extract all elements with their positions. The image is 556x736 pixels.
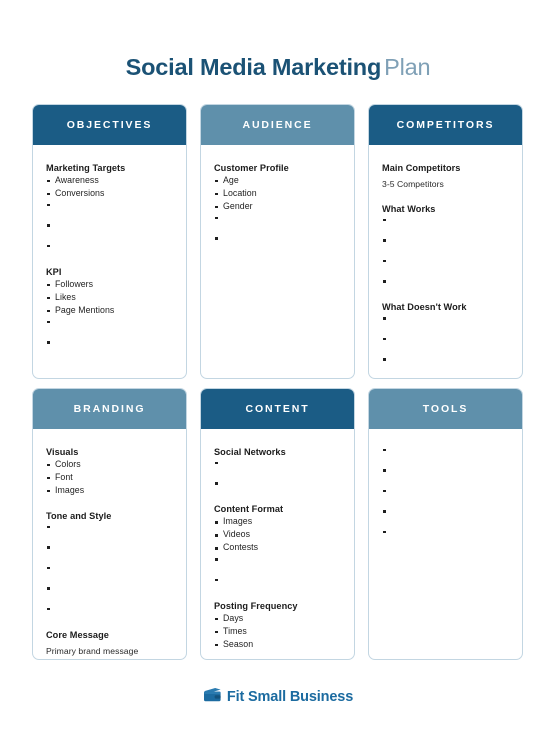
card-body: Visuals Colors Font Images Tone and Style Cor… [33, 429, 186, 659]
section-note: 3-5 Competitors [382, 178, 444, 189]
bullet-item[interactable]: Conversions [46, 188, 173, 199]
bullet-item-blank[interactable] [214, 460, 341, 469]
plan-card: AUDIENCE Customer Profile Age Location Gende… [200, 103, 355, 379]
bullet-list: Images Videos Contests [214, 516, 341, 586]
section-title: Social Networks [214, 446, 286, 457]
section-title: What Works [382, 203, 436, 214]
section-title: What Doesn't Work [382, 302, 467, 313]
plan-card-grid: OBJECTIVES Marketing Targets Awareness Conv… [32, 103, 524, 660]
card-body: Main Competitors 3-5 Competitors What Work… [369, 145, 522, 378]
bullet-list [382, 447, 509, 538]
bullet-item[interactable]: Images [46, 485, 173, 496]
bullet-list [214, 460, 341, 490]
bullet-item-blank[interactable] [382, 356, 509, 365]
card-header: TOOLS [369, 388, 522, 429]
section-title: KPI [46, 266, 62, 277]
section-title: Main Competitors [382, 162, 461, 173]
bullet-item-blank[interactable] [382, 237, 509, 246]
bullet-item-blank[interactable] [46, 524, 173, 533]
plan-card: COMPETITORS Main Competitors 3-5 Competito… [368, 103, 523, 379]
bullet-item-blank[interactable] [46, 544, 173, 553]
bullet-item-blank[interactable] [214, 480, 341, 489]
card-body: Customer Profile Age Location Gender [201, 145, 354, 378]
bullet-item-blank[interactable] [382, 278, 509, 287]
card-body: Marketing Targets Awareness Conversions KPI… [33, 145, 186, 378]
section-title: Content Format [214, 504, 284, 515]
bullet-item[interactable]: Images [214, 516, 341, 527]
bullet-item[interactable]: Awareness [46, 175, 173, 186]
bullet-item[interactable]: Videos [214, 529, 341, 540]
section-title: Visuals [46, 446, 79, 457]
bullet-item[interactable]: Contests [214, 542, 341, 553]
bullet-item-blank[interactable] [214, 215, 341, 224]
social-media-marketing-plan-page: Social Media Marketing Plan OBJECTIVES Mar… [0, 16, 556, 736]
bullet-item-blank[interactable] [46, 319, 173, 328]
section-title: Posting Frequency [214, 600, 298, 611]
bullet-item-blank[interactable] [46, 243, 173, 252]
bullet-item-blank[interactable] [382, 488, 509, 497]
section-note: Primary brand message [46, 645, 139, 656]
page-title-light: Plan [384, 53, 431, 80]
card-header: COMPETITORS [369, 104, 522, 145]
card-header: OBJECTIVES [33, 104, 186, 145]
bullet-item[interactable]: Times [214, 626, 341, 637]
bullet-item-blank[interactable] [382, 529, 509, 538]
bullet-item[interactable]: Colors [46, 459, 173, 470]
footer-logo: Fit Small Business [0, 687, 556, 708]
bullet-item-blank[interactable] [382, 258, 509, 267]
bullet-list: Followers Likes Page Mentions [46, 279, 173, 349]
page-title-strong: Social Media Marketing [125, 53, 382, 80]
card-header: BRANDING [33, 388, 186, 429]
footer-logo-text: Fit Small Business [226, 689, 354, 706]
card-header: AUDIENCE [201, 104, 354, 145]
bullet-item[interactable]: Gender [214, 201, 341, 212]
bullet-item[interactable]: Likes [46, 292, 173, 303]
section-title: Marketing Targets [46, 162, 126, 173]
bullet-item-blank[interactable] [46, 585, 173, 594]
card-body [369, 429, 522, 659]
bullet-item-blank[interactable] [46, 222, 173, 231]
bullet-item-blank[interactable] [382, 508, 509, 517]
section-title: Tone and Style [46, 510, 112, 521]
bullet-item[interactable]: Age [214, 175, 341, 186]
bullet-item-blank[interactable] [214, 235, 341, 244]
bullet-item[interactable]: Days [214, 613, 341, 624]
bullet-item-blank[interactable] [46, 202, 173, 211]
bullet-item[interactable]: Page Mentions [46, 305, 173, 316]
bullet-item[interactable]: Followers [46, 279, 173, 290]
bullet-list: Colors Font Images [46, 459, 173, 496]
wallet-icon [203, 687, 222, 708]
card-header: CONTENT [201, 388, 354, 429]
bullet-list [382, 217, 509, 288]
page-title: Social Media Marketing Plan [0, 16, 556, 81]
bullet-item-blank[interactable] [46, 565, 173, 574]
bullet-item-blank[interactable] [46, 339, 173, 348]
bullet-item-blank[interactable] [382, 467, 509, 476]
bullet-item-blank[interactable] [382, 447, 509, 456]
bullet-list: Awareness Conversions [46, 175, 173, 252]
bullet-item-blank[interactable] [214, 556, 341, 565]
bullet-item-blank[interactable] [382, 336, 509, 345]
plan-card: CONTENT Social Networks Content Format Imag… [200, 387, 355, 660]
bullet-list: Days Times Season [214, 613, 341, 650]
bullet-list: Age Location Gender [214, 175, 341, 245]
plan-card: BRANDING Visuals Colors Font Images Tone and … [32, 387, 187, 660]
bullet-item-blank[interactable] [382, 217, 509, 226]
section-title: Customer Profile [214, 162, 289, 173]
bullet-item-blank[interactable] [46, 606, 173, 615]
bullet-item[interactable]: Season [214, 639, 341, 650]
bullet-item[interactable]: Font [46, 472, 173, 483]
bullet-list [46, 524, 173, 615]
bullet-item-blank[interactable] [214, 577, 341, 586]
card-body: Social Networks Content Format Images Video… [201, 429, 354, 659]
section-title: Core Message [46, 629, 109, 640]
bullet-item-blank[interactable] [382, 315, 509, 324]
bullet-list [382, 315, 509, 365]
plan-card: OBJECTIVES Marketing Targets Awareness Conv… [32, 103, 187, 379]
plan-card: TOOLS [368, 387, 523, 660]
bullet-item[interactable]: Location [214, 188, 341, 199]
